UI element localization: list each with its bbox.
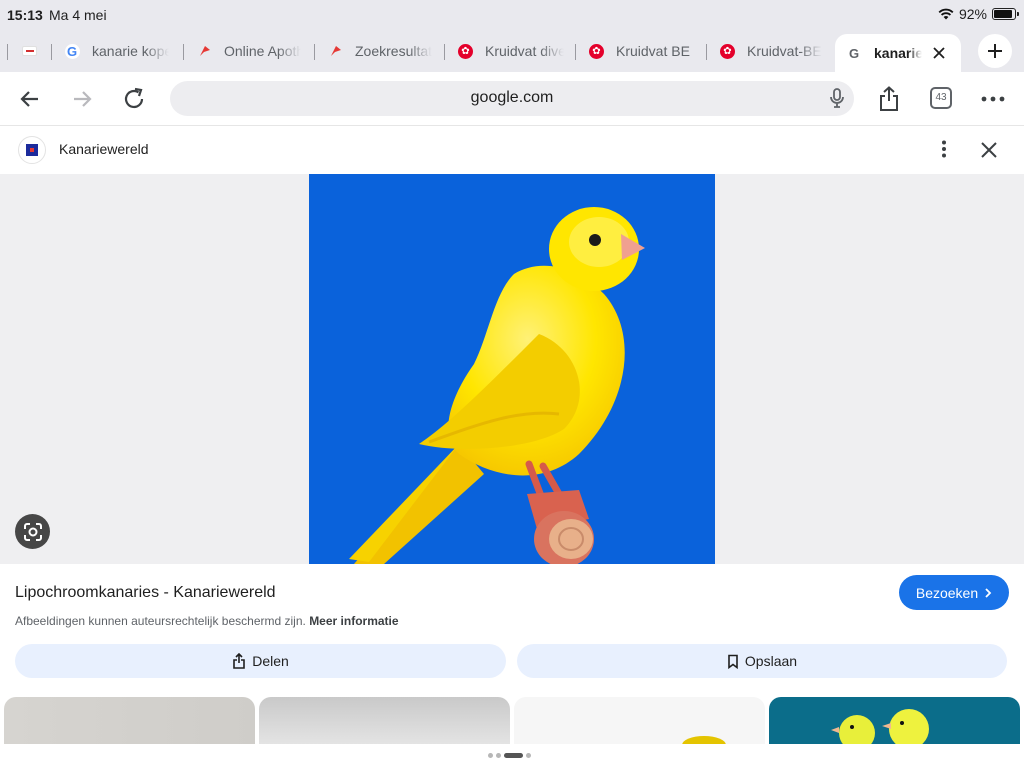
related-images (0, 697, 1024, 745)
share-image-button[interactable]: Delen (15, 644, 506, 678)
tab-kruidvat-diversen[interactable]: ✿ Kruidvat diversen (458, 36, 564, 66)
more-horizontal-icon (981, 96, 1005, 102)
tab-online-apotheek[interactable]: Online Apotheek (197, 36, 301, 66)
share-icon (880, 86, 898, 111)
status-date: Ma 4 mei (49, 7, 107, 23)
back-button[interactable] (15, 84, 45, 114)
status-indicators: 92% (938, 6, 1019, 22)
tab-switcher-button[interactable]: 43 (930, 87, 952, 109)
plus-icon (988, 44, 1002, 58)
tab-label: Kruidvat BE (616, 43, 690, 59)
battery-icon (992, 8, 1019, 20)
visit-button[interactable]: Bezoeken (899, 575, 1009, 610)
close-icon[interactable] (978, 139, 1000, 166)
page-dots (488, 753, 531, 758)
status-time: 15:13 (7, 7, 43, 23)
wifi-icon (938, 8, 954, 20)
tab-label: kanarie kopen (92, 43, 169, 59)
apotheek-icon (328, 44, 343, 59)
home-indicator-bar (0, 744, 1024, 768)
microphone-icon[interactable] (828, 87, 846, 114)
tab-separator (444, 44, 445, 60)
lens-icon (23, 522, 42, 541)
copyright-text: Afbeeldingen kunnen auteursrechtelijk be… (15, 614, 306, 628)
save-label: Opslaan (744, 653, 798, 669)
site-name: Kanariewereld (59, 141, 149, 157)
forward-button[interactable] (67, 84, 97, 114)
kruidvat-icon: ✿ (458, 43, 473, 59)
tab-zoekresultaten[interactable]: Zoekresultaten (328, 36, 432, 66)
tab-partial[interactable] (22, 36, 44, 66)
share-icon (233, 653, 246, 669)
arrow-right-icon (74, 91, 92, 107)
more-vertical-icon[interactable] (934, 139, 954, 164)
share-label: Delen (252, 653, 289, 669)
tab-kruidvat-be[interactable]: ✿ Kruidvat BE (589, 36, 695, 66)
tab-separator (706, 44, 707, 60)
google-icon: G (847, 45, 862, 61)
svg-text:G: G (849, 46, 859, 60)
related-image-thumbnail[interactable] (514, 697, 765, 745)
close-tab-icon[interactable] (932, 46, 946, 60)
tab-label: kanarie fe (874, 45, 922, 61)
tab-label: Zoekresultaten (355, 43, 432, 59)
arrow-left-icon (20, 91, 38, 107)
canary-illustration (349, 207, 645, 564)
reload-button[interactable] (119, 84, 149, 114)
image-viewer (0, 174, 1024, 564)
tab-separator (314, 44, 315, 60)
share-button[interactable] (874, 84, 904, 114)
bookmark-icon (728, 654, 738, 669)
related-image-thumbnail[interactable] (769, 697, 1020, 745)
related-image-thumbnail[interactable] (259, 697, 510, 745)
address-bar[interactable]: google.com (170, 81, 854, 116)
image-source-header: Kanariewereld (0, 126, 1024, 174)
tab-strip: G kanarie kopen Online Apotheek Zoekresu… (0, 30, 1024, 72)
address-bar-url[interactable]: google.com (170, 89, 854, 107)
google-icon: G (65, 43, 80, 59)
tab-separator (183, 44, 184, 60)
related-image-thumbnail[interactable] (4, 697, 255, 745)
site-favicon-icon (18, 136, 46, 164)
result-title[interactable]: Lipochroomkanaries - Kanariewereld (15, 584, 276, 602)
browser-toolbar: google.com 43 (0, 72, 1024, 126)
visit-button-label: Bezoeken (915, 584, 979, 601)
save-image-button[interactable]: Opslaan (517, 644, 1007, 678)
tab-separator (7, 44, 8, 60)
kruidvat-icon: ✿ (589, 43, 604, 59)
google-lens-button[interactable] (15, 514, 50, 549)
svg-text:G: G (67, 44, 77, 58)
tab-favicon-icon (22, 46, 37, 56)
tab-label: Kruidvat diversen (485, 43, 564, 59)
chevron-right-icon (985, 587, 992, 598)
more-info-link[interactable]: Meer informatie (309, 614, 398, 628)
new-tab-button[interactable] (978, 34, 1012, 68)
more-menu-button[interactable] (978, 84, 1008, 114)
kruidvat-icon: ✿ (720, 43, 735, 59)
copyright-notice: Afbeeldingen kunnen auteursrechtelijk be… (15, 614, 399, 628)
tab-label: Online Apotheek (224, 43, 301, 59)
tab-separator (575, 44, 576, 60)
canary-photo[interactable] (309, 174, 715, 564)
apotheek-icon (197, 44, 212, 59)
battery-percent: 92% (958, 6, 987, 22)
status-bar: 15:13 Ma 4 mei 92% (0, 0, 1024, 30)
tab-separator (51, 44, 52, 60)
tab-kanarie-kopen[interactable]: G kanarie kopen (65, 36, 169, 66)
tab-active-kanarie[interactable]: G kanarie fe (835, 34, 961, 72)
reload-icon (124, 87, 144, 109)
tab-kruidvat-be-2[interactable]: ✿ Kruidvat-BE (720, 36, 824, 66)
tab-label: Kruidvat-BE (747, 43, 822, 59)
